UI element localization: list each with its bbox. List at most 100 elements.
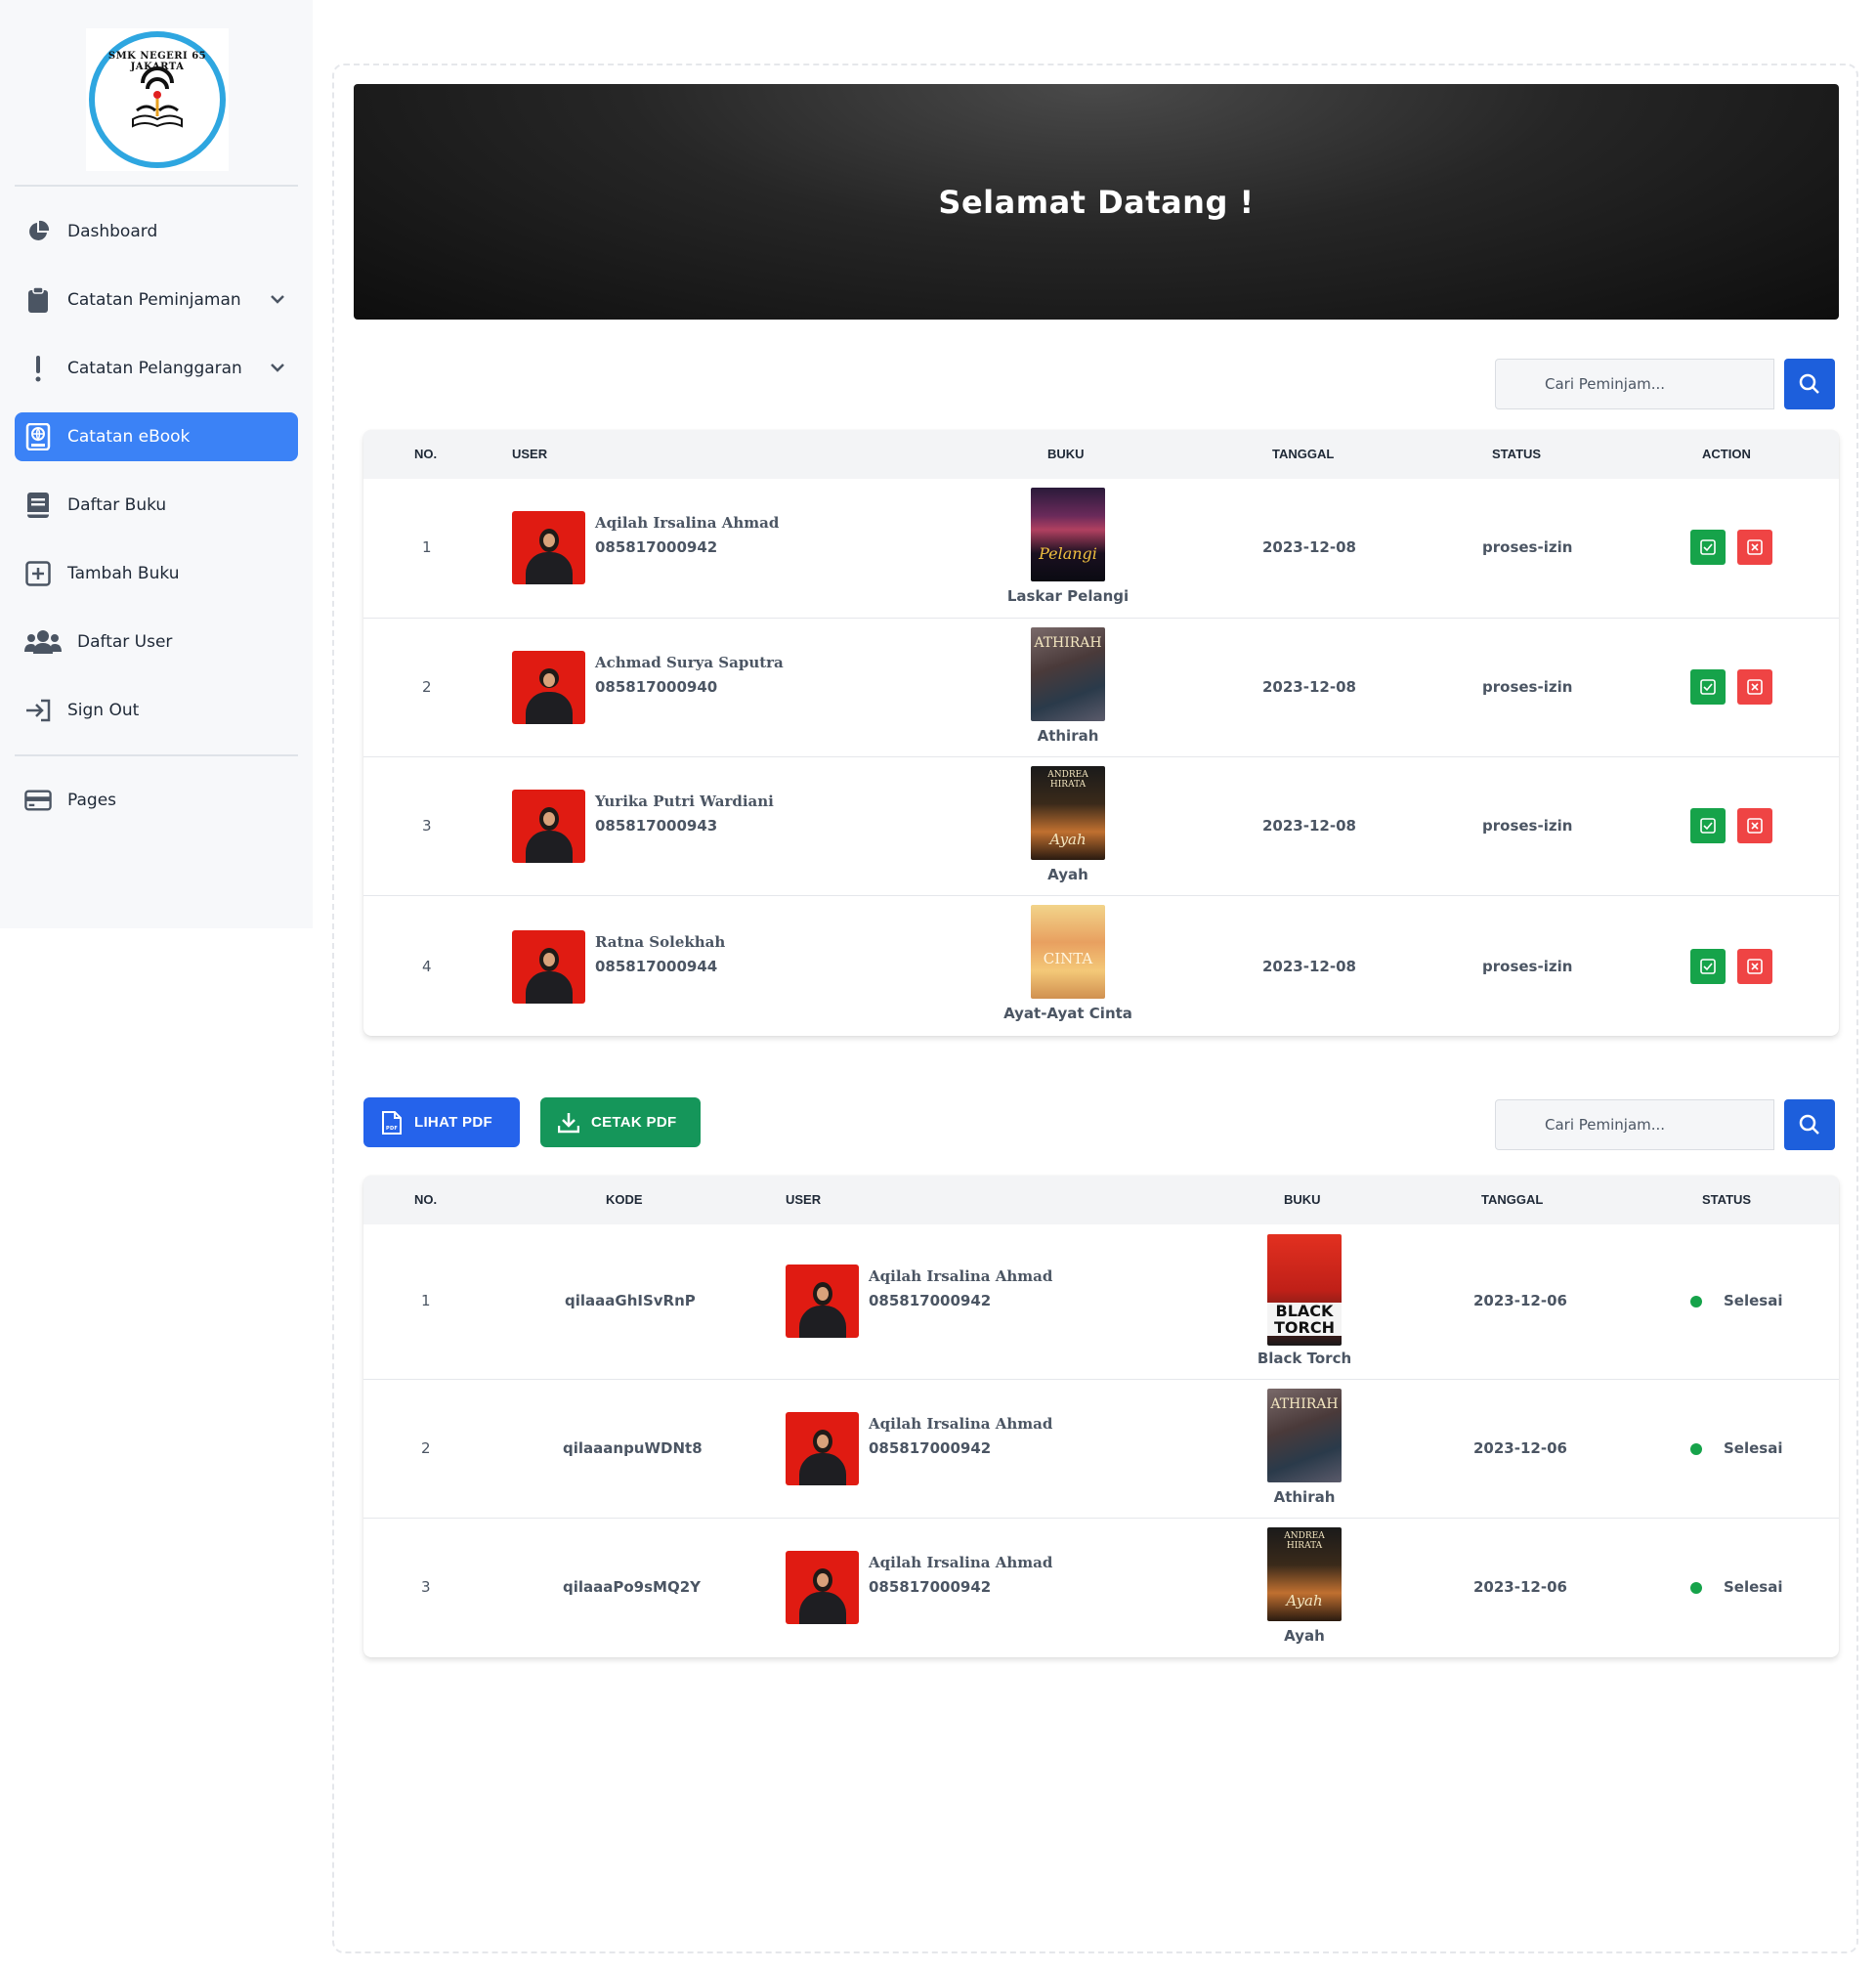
book-title: Ayah bbox=[1047, 866, 1088, 883]
file-pdf-icon: PDF bbox=[381, 1110, 403, 1136]
loan-code: qilaaaPo9sMQ2Y bbox=[563, 1578, 702, 1596]
user-avatar bbox=[786, 1412, 859, 1485]
pie-chart-icon bbox=[24, 218, 52, 245]
approve-button[interactable] bbox=[1690, 669, 1726, 705]
user-name: Aqilah Irsalina Ahmad bbox=[595, 514, 780, 532]
loan-status: proses-izin bbox=[1482, 958, 1573, 975]
x-square-icon bbox=[1747, 818, 1763, 834]
sidebar-item-label: Catatan eBook bbox=[67, 427, 191, 447]
search-button[interactable] bbox=[1784, 359, 1835, 409]
user-avatar bbox=[512, 790, 585, 863]
sidebar-item-label: Pages bbox=[67, 791, 117, 810]
book-cover[interactable]: BLACK TORCH bbox=[1267, 1234, 1342, 1346]
search-icon bbox=[1799, 1114, 1819, 1135]
user-name: Aqilah Irsalina Ahmad bbox=[869, 1267, 1053, 1285]
sidebar-item-sign-out[interactable]: Sign Out bbox=[15, 686, 298, 735]
table-row: 3 Yurika Putri Wardiani 085817000943 AND… bbox=[363, 756, 1839, 895]
sidebar-divider bbox=[15, 185, 298, 187]
table-row: 1 qilaaaGhISvRnP Aqilah Irsalina Ahmad 0… bbox=[363, 1224, 1839, 1379]
loan-status: proses-izin bbox=[1482, 538, 1573, 556]
sidebar-item-pages[interactable]: Pages bbox=[15, 776, 298, 825]
row-number: 3 bbox=[421, 1578, 431, 1596]
user-name: Achmad Surya Saputra bbox=[595, 654, 784, 671]
book-title: Ayah bbox=[1284, 1627, 1325, 1645]
riwayat-table: NO. KODE USER BUKU TANGGAL STATUS 1 qila… bbox=[363, 1176, 1839, 1657]
table-row: 2 Achmad Surya Saputra 085817000940 ATHI… bbox=[363, 618, 1839, 756]
row-number: 1 bbox=[421, 1292, 431, 1309]
svg-text:PDF: PDF bbox=[386, 1126, 398, 1132]
reject-button[interactable] bbox=[1737, 530, 1772, 565]
loan-date: 2023-12-08 bbox=[1262, 678, 1356, 696]
book-cover[interactable]: ANDREA HIRATA Ayah bbox=[1031, 766, 1105, 860]
table-row: 2 qilaaanpuWDNt8 Aqilah Irsalina Ahmad 0… bbox=[363, 1379, 1839, 1518]
view-pdf-button[interactable]: PDF LIHAT PDF bbox=[363, 1097, 520, 1147]
exclamation-icon bbox=[24, 355, 52, 382]
sidebar-item-catatan-peminjaman[interactable]: Catatan Peminjaman bbox=[15, 276, 298, 324]
column-header-status: STATUS bbox=[1702, 1192, 1752, 1207]
status-dot bbox=[1690, 1296, 1702, 1308]
book-title: Black Torch bbox=[1257, 1350, 1352, 1367]
row-number: 2 bbox=[422, 678, 432, 696]
approve-button[interactable] bbox=[1690, 949, 1726, 984]
book-cover[interactable]: ATHIRAH bbox=[1031, 627, 1105, 721]
column-header-status: STATUS bbox=[1492, 447, 1542, 461]
banner-title: Selamat Datang ! bbox=[938, 183, 1255, 221]
sidebar-item-catatan-pelanggaran[interactable]: Catatan Pelanggaran bbox=[15, 344, 298, 393]
book-cover[interactable]: Pelangi bbox=[1031, 488, 1105, 581]
table-row: 3 qilaaaPo9sMQ2Y Aqilah Irsalina Ahmad 0… bbox=[363, 1518, 1839, 1657]
sidebar-item-label: Dashboard bbox=[67, 222, 158, 241]
search-input[interactable] bbox=[1495, 1099, 1774, 1150]
status-dot bbox=[1690, 1582, 1702, 1594]
table-header: NO. USER BUKU TANGGAL STATUS ACTION bbox=[363, 430, 1839, 479]
pages-icon bbox=[24, 787, 52, 814]
sidebar-item-dashboard[interactable]: Dashboard bbox=[15, 207, 298, 256]
book-cover[interactable]: ANDREA HIRATA Ayah bbox=[1267, 1527, 1342, 1621]
user-name: Ratna Solekhah bbox=[595, 933, 726, 951]
sidebar-item-catatan-ebook[interactable]: Catatan eBook bbox=[15, 412, 298, 461]
user-phone: 085817000942 bbox=[869, 1439, 992, 1457]
reject-button[interactable] bbox=[1737, 808, 1772, 843]
check-square-icon bbox=[1700, 818, 1716, 834]
check-square-icon bbox=[1700, 959, 1716, 974]
column-header-kode: KODE bbox=[606, 1192, 643, 1207]
user-phone: 085817000943 bbox=[595, 817, 718, 835]
loan-code: qilaaaGhISvRnP bbox=[565, 1292, 696, 1309]
search-icon bbox=[1799, 373, 1819, 394]
reject-button[interactable] bbox=[1737, 949, 1772, 984]
book-cover[interactable]: CINTA bbox=[1031, 905, 1105, 999]
user-phone: 085817000942 bbox=[595, 538, 718, 556]
column-header-user: USER bbox=[786, 1192, 822, 1207]
print-pdf-button[interactable]: CETAK PDF bbox=[540, 1097, 701, 1147]
school-logo[interactable]: SMK NEGERI 65 JAKARTA bbox=[86, 28, 229, 171]
sidebar-item-daftar-buku[interactable]: Daftar Buku bbox=[15, 481, 298, 530]
check-square-icon bbox=[1700, 539, 1716, 555]
book-title: Athirah bbox=[1037, 727, 1099, 745]
approve-button[interactable] bbox=[1690, 530, 1726, 565]
loan-date: 2023-12-06 bbox=[1473, 1439, 1567, 1457]
reject-button[interactable] bbox=[1737, 669, 1772, 705]
search-bar-1 bbox=[1495, 359, 1835, 409]
chevron-down-icon[interactable] bbox=[269, 359, 286, 381]
search-input[interactable] bbox=[1495, 359, 1774, 409]
search-button[interactable] bbox=[1784, 1099, 1835, 1150]
sidebar-item-tambah-buku[interactable]: Tambah Buku bbox=[15, 549, 298, 598]
column-header-tanggal: TANGGAL bbox=[1481, 1192, 1544, 1207]
download-icon bbox=[558, 1112, 579, 1134]
x-square-icon bbox=[1747, 959, 1763, 974]
x-square-icon bbox=[1747, 539, 1763, 555]
book-icon bbox=[24, 492, 52, 519]
loan-date: 2023-12-08 bbox=[1262, 817, 1356, 835]
column-header-no: NO. bbox=[414, 447, 438, 461]
sidebar-item-label: Daftar Buku bbox=[67, 495, 167, 515]
sidebar-divider bbox=[15, 754, 298, 756]
book-title: Ayat-Ayat Cinta bbox=[1003, 1005, 1132, 1022]
sidebar-item-daftar-user[interactable]: Daftar User bbox=[15, 618, 298, 666]
sidebar: SMK NEGERI 65 JAKARTA Dashboard Catatan … bbox=[0, 0, 313, 928]
approve-button[interactable] bbox=[1690, 808, 1726, 843]
book-cover[interactable]: ATHIRAH bbox=[1267, 1389, 1342, 1482]
row-number: 1 bbox=[422, 538, 432, 556]
logo-text: SMK NEGERI 65 JAKARTA bbox=[107, 51, 207, 72]
chevron-down-icon[interactable] bbox=[269, 290, 286, 313]
book-title: Laskar Pelangi bbox=[1006, 587, 1130, 605]
print-pdf-label: CETAK PDF bbox=[591, 1114, 677, 1131]
